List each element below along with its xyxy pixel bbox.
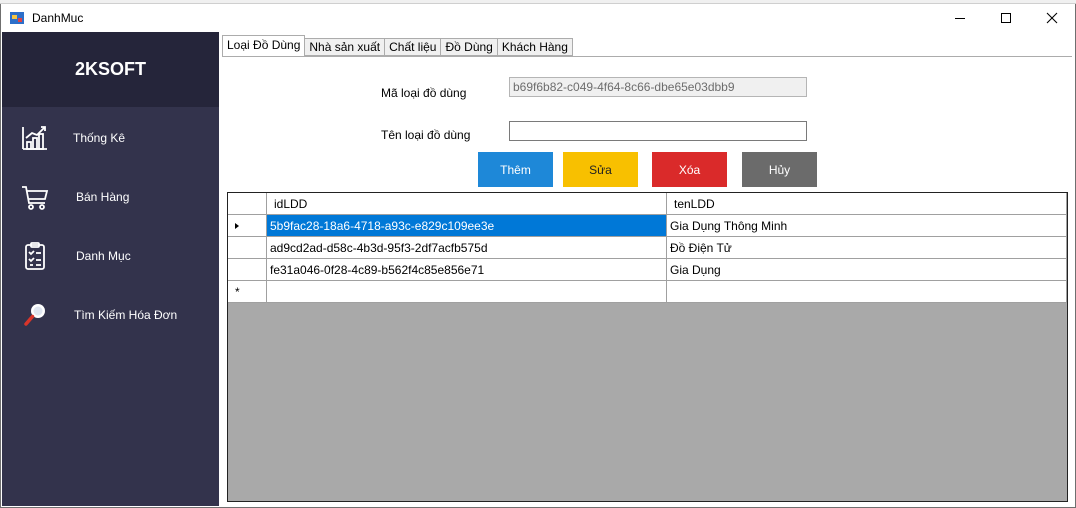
data-grid[interactable]: idLDD tenLDD 5b9fac28-18a6-4718-a93c-e82… [227, 192, 1068, 502]
table-row[interactable]: 5b9fac28-18a6-4718-a93c-e829c109ee3e Gia… [228, 215, 1067, 237]
delete-button[interactable]: Xóa [652, 152, 727, 187]
cell-idldd[interactable]: ad9cd2ad-d58c-4b3d-95f3-2df7acfb575d [267, 237, 667, 259]
id-field[interactable]: b69f6b82-c049-4f64-8c66-dbe65e03dbb9 [509, 77, 807, 97]
danhmuc-window: DanhMuc 2KSOFT Thống Kê Bán Hàng Danh Mụ… [0, 4, 1076, 508]
grid-corner [228, 193, 267, 215]
sidebar-item-label: Bán Hàng [76, 190, 130, 204]
add-button[interactable]: Thêm [478, 152, 553, 187]
tab-nha-san-xuat[interactable]: Nhà sản xuất [305, 38, 386, 56]
cell-idldd[interactable]: fe31a046-0f28-4c89-b562f4c85e856e71 [267, 259, 667, 281]
grid-header-row: idLDD tenLDD [228, 193, 1067, 215]
tab-khach-hang[interactable]: Khách Hàng [497, 38, 573, 56]
app-icon [10, 12, 24, 24]
minimize-icon [955, 18, 965, 19]
cancel-button[interactable]: Hủy [742, 152, 817, 187]
cell-tenldd[interactable]: Đồ Điện Tử [667, 237, 1067, 259]
title-bar: DanhMuc [1, 4, 1075, 32]
sidebar-item-ban-hang[interactable]: Bán Hàng [2, 170, 219, 226]
new-row-marker: * [235, 285, 240, 299]
cell-idldd[interactable]: 5b9fac28-18a6-4718-a93c-e829c109ee3e [267, 215, 667, 237]
current-row-arrow-icon [235, 223, 239, 229]
name-field[interactable] [509, 121, 807, 141]
sidebar-item-label: Danh Mục [76, 249, 131, 263]
cart-icon [22, 186, 49, 210]
sidebar-item-danh-muc[interactable]: Danh Mục [2, 229, 219, 285]
name-label: Tên loại đồ dùng [381, 128, 471, 142]
tab-loai-do-dung[interactable]: Loại Đồ Dùng [222, 35, 306, 56]
cell-tenldd[interactable]: Gia Dụng [667, 259, 1067, 281]
id-label: Mã loại đồ dùng [381, 86, 467, 100]
new-table-row[interactable]: * [228, 281, 1067, 303]
sidebar-item-tim-kiem-hoa-don[interactable]: Tìm Kiếm Hóa Đơn [2, 288, 219, 344]
sidebar-item-label: Tìm Kiếm Hóa Đơn [74, 308, 178, 322]
tab-panel-border [222, 56, 1072, 57]
checklist-icon [25, 242, 45, 270]
window-title: DanhMuc [32, 11, 84, 25]
row-header[interactable] [228, 259, 267, 281]
sidebar-item-thong-ke[interactable]: Thống Kê [2, 111, 219, 167]
row-header[interactable] [228, 237, 267, 259]
column-header-tenldd[interactable]: tenLDD [667, 193, 1067, 215]
row-header[interactable] [228, 215, 267, 237]
close-icon [1046, 12, 1058, 24]
sidebar: 2KSOFT Thống Kê Bán Hàng Danh Mục Tìm Ki… [2, 32, 219, 506]
tab-chat-lieu[interactable]: Chất liệu [385, 38, 442, 56]
table-row[interactable]: fe31a046-0f28-4c89-b562f4c85e856e71 Gia … [228, 259, 1067, 281]
main-content: Loại Đồ Dùng Nhà sản xuất Chất liệu Đồ D… [219, 32, 1075, 506]
cell-tenldd[interactable] [667, 281, 1067, 303]
column-header-idldd[interactable]: idLDD [267, 193, 667, 215]
search-icon [24, 304, 45, 326]
table-row[interactable]: ad9cd2ad-d58c-4b3d-95f3-2df7acfb575d Đồ … [228, 237, 1067, 259]
sidebar-item-label: Thống Kê [73, 131, 126, 145]
row-header[interactable]: * [228, 281, 267, 303]
cell-idldd[interactable] [267, 281, 667, 303]
tab-do-dung[interactable]: Đồ Dùng [441, 38, 498, 56]
edit-button[interactable]: Sửa [563, 152, 638, 187]
chart-icon [22, 126, 47, 150]
maximize-button[interactable] [983, 4, 1029, 32]
cell-tenldd[interactable]: Gia Dụng Thông Minh [667, 215, 1067, 237]
close-button[interactable] [1029, 4, 1075, 32]
maximize-icon [1001, 13, 1011, 23]
tab-strip: Loại Đồ Dùng Nhà sản xuất Chất liệu Đồ D… [222, 35, 573, 56]
minimize-button[interactable] [937, 4, 983, 32]
brand-logo: 2KSOFT [2, 32, 219, 107]
